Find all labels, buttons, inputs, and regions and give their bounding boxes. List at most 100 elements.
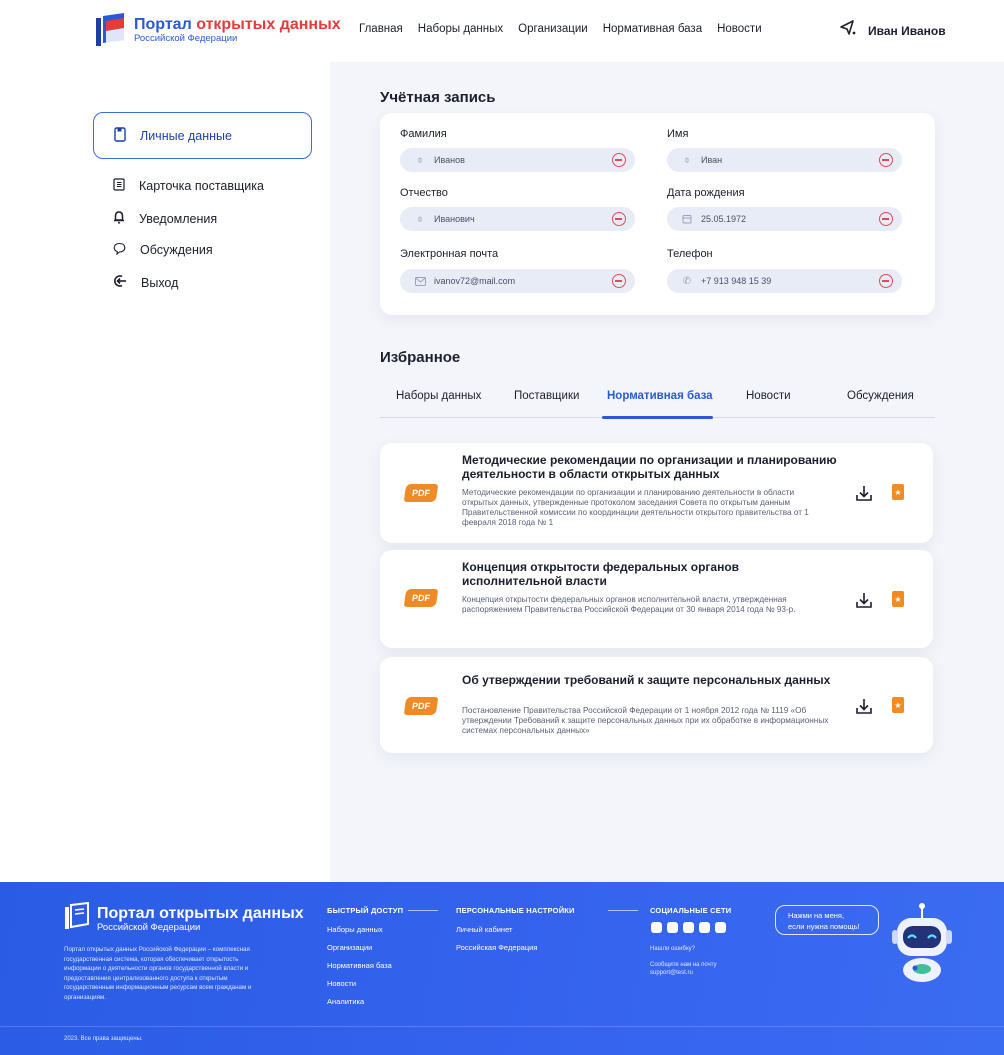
footer-link-datasets[interactable]: Наборы данных — [327, 925, 383, 934]
divider — [408, 910, 438, 911]
phone-value: +7 913 948 15 39 — [701, 276, 772, 286]
phone-label: Телефон — [667, 248, 713, 260]
bell-icon — [113, 210, 125, 227]
report-error-link[interactable]: Нашли ошибку? — [650, 945, 695, 953]
footer-link-account[interactable]: Личный кабинет — [456, 925, 512, 934]
logo-book-icon — [64, 901, 90, 935]
favorite-doc-card[interactable]: PDF Концепция открытости федеральных орг… — [380, 550, 933, 648]
footer-link-analytics[interactable]: Аналитика — [327, 997, 364, 1006]
nav-home[interactable]: Главная — [359, 23, 403, 35]
active-tab-indicator — [602, 416, 713, 419]
user-name[interactable]: Иван Иванов — [868, 24, 946, 38]
doc-title[interactable]: Методические рекомендации по организации… — [462, 453, 842, 481]
sidebar-item-notifications[interactable]: Уведомления — [113, 210, 217, 227]
sidebar-item-label: Карточка поставщика — [139, 179, 264, 193]
email-field[interactable]: ivanov72@mail.com — [400, 269, 635, 293]
calendar-icon — [681, 213, 693, 225]
download-icon[interactable] — [855, 697, 873, 715]
bookmark-icon[interactable]: ★ — [892, 697, 904, 713]
footer-logo[interactable]: Портал открытых данных Российской Федера… — [64, 901, 304, 935]
user-menu[interactable]: Иван Иванов — [838, 18, 946, 43]
lastname-field[interactable]: ⌽ Иванов — [400, 148, 635, 172]
footer-link-region[interactable]: Российская Федерация — [456, 943, 537, 952]
doc-title[interactable]: Концепция открытости федеральных органов… — [462, 560, 842, 588]
doc-description: Постановление Правительства Российской Ф… — [462, 706, 829, 735]
site-logo[interactable]: Портал открытых данных Российской Федера… — [94, 12, 341, 48]
edit-icon[interactable] — [879, 212, 893, 226]
social-title: СОЦИАЛЬНЫЕ СЕТИ — [650, 906, 732, 915]
tab-datasets[interactable]: Наборы данных — [396, 390, 481, 402]
pdf-icon: PDF — [403, 697, 439, 715]
edit-icon[interactable] — [879, 153, 893, 167]
favorite-doc-card[interactable]: PDF Методические рекомендации по организ… — [380, 443, 933, 543]
pdf-icon: PDF — [403, 484, 439, 502]
firstname-field[interactable]: ⌽ Иван — [667, 148, 902, 172]
person-icon: ⌽ — [417, 213, 423, 225]
favorite-doc-card[interactable]: PDF Об утверждении требований к защите п… — [380, 657, 933, 753]
help-line-2: если нужна помощь! — [788, 922, 860, 931]
telegram-icon[interactable] — [683, 922, 694, 933]
sidebar-item-discussions[interactable]: Обсуждения — [113, 242, 213, 258]
birthdate-field[interactable]: 25.05.1972 — [667, 207, 902, 231]
tab-news[interactable]: Новости — [746, 390, 791, 402]
patronymic-value: Иванович — [434, 214, 475, 224]
firstname-label: Имя — [667, 128, 689, 140]
quick-access-title: БЫСТРЫЙ ДОСТУП — [327, 906, 404, 915]
bookmark-icon[interactable]: ★ — [892, 591, 904, 607]
download-icon[interactable] — [855, 591, 873, 609]
sidebar-item-personal-data[interactable]: Личные данные — [93, 112, 312, 159]
nav-datasets[interactable]: Наборы данных — [418, 23, 503, 35]
robot-assistant-icon[interactable] — [885, 902, 959, 997]
odnoklassniki-icon[interactable] — [667, 922, 678, 933]
birthdate-value: 25.05.1972 — [701, 214, 747, 224]
visually-impaired-icon[interactable] — [838, 18, 858, 43]
main-nav: Главная Наборы данных Организации Нормат… — [359, 23, 762, 35]
email-value: ivanov72@mail.com — [434, 276, 516, 286]
personal-settings-title: ПЕРСОНАЛЬНЫЕ НАСТРОЙКИ — [456, 906, 575, 915]
edit-icon[interactable] — [612, 153, 626, 167]
footer-link-organizations[interactable]: Организации — [327, 943, 372, 952]
download-icon[interactable] — [855, 484, 873, 502]
header: Портал открытых данных Российской Федера… — [0, 0, 1004, 62]
tab-regulations[interactable]: Нормативная база — [607, 390, 713, 402]
chat-icon — [113, 242, 126, 258]
patronymic-field[interactable]: ⌽ Иванович — [400, 207, 635, 231]
sidebar-item-label: Уведомления — [139, 211, 218, 226]
rutube-icon[interactable] — [715, 922, 726, 933]
logo-subtitle: Российской Федерации — [134, 33, 238, 44]
card-icon — [113, 178, 125, 194]
vk-icon[interactable] — [651, 922, 662, 933]
tab-suppliers[interactable]: Поставщики — [514, 390, 579, 402]
sidebar-item-label: Выход — [141, 275, 179, 290]
lastname-label: Фамилия — [400, 128, 447, 140]
doc-description: Методические рекомендации по организации… — [462, 488, 809, 527]
tab-discussions[interactable]: Обсуждения — [847, 390, 914, 402]
sidebar-item-supplier-card[interactable]: Карточка поставщика — [113, 178, 264, 194]
footer-link-news[interactable]: Новости — [327, 979, 356, 988]
nav-organizations[interactable]: Организации — [518, 23, 588, 35]
footer-link-regulations[interactable]: Нормативная база — [327, 961, 392, 970]
help-bubble[interactable]: Нажми на меня, если нужна помощь! — [775, 905, 879, 935]
logo-title-main: Портал — [134, 16, 197, 33]
edit-icon[interactable] — [612, 274, 626, 288]
sidebar-item-logout[interactable]: Выход — [113, 274, 178, 291]
footer-description: Портал открытых данных Российской Федера… — [64, 946, 252, 1001]
account-title: Учётная запись — [380, 89, 496, 106]
favorites-title: Избранное — [380, 349, 461, 366]
pdf-icon: PDF — [403, 589, 439, 607]
phone-field[interactable]: ✆ +7 913 948 15 39 — [667, 269, 902, 293]
support-email[interactable]: support@test.ru — [650, 969, 693, 977]
doc-title[interactable]: Об утверждении требований к защите персо… — [462, 673, 842, 687]
edit-icon[interactable] — [879, 274, 893, 288]
bookmark-icon[interactable]: ★ — [892, 484, 904, 500]
vk-video-icon[interactable] — [699, 922, 710, 933]
logo-title: Портал открытых данных — [134, 16, 341, 33]
sidebar-item-label: Личные данные — [140, 128, 232, 143]
patronymic-label: Отчество — [400, 187, 448, 199]
divider — [608, 910, 638, 911]
email-label: Электронная почта — [400, 248, 499, 260]
edit-icon[interactable] — [612, 212, 626, 226]
nav-regulations[interactable]: Нормативная база — [603, 23, 702, 35]
nav-news[interactable]: Новости — [717, 23, 762, 35]
mail-icon — [414, 275, 426, 287]
